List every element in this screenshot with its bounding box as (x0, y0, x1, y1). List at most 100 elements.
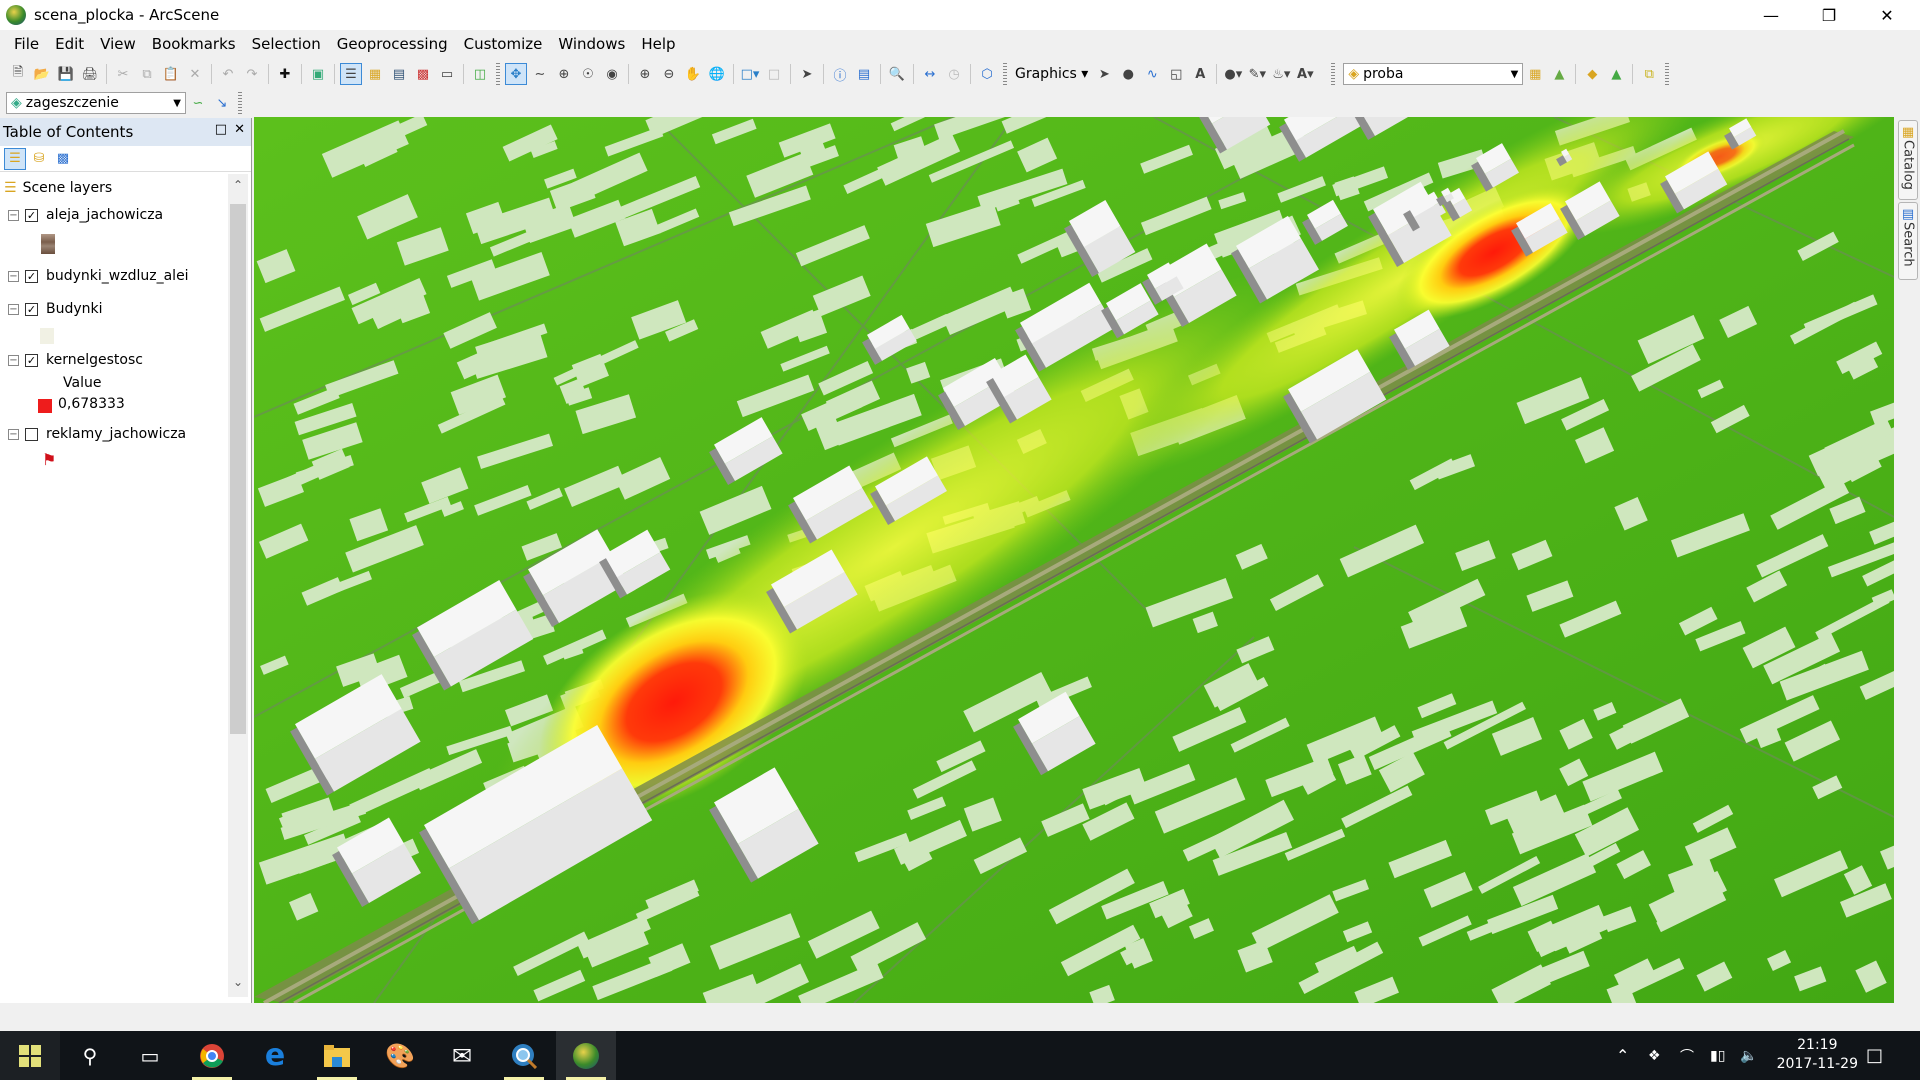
3d-view-icon[interactable]: ⬡ (976, 63, 998, 85)
fly-icon[interactable]: ∼ (529, 63, 551, 85)
line-graphic-icon[interactable]: ∿ (1141, 63, 1163, 85)
point-graphic-icon[interactable]: ● (1117, 63, 1139, 85)
pan-icon[interactable]: ✋ (682, 63, 704, 85)
new-document-icon[interactable]: 🗎 (7, 63, 29, 85)
delete-icon[interactable]: ✕ (184, 63, 206, 85)
undo-icon[interactable]: ↶ (217, 63, 239, 85)
identify-icon[interactable]: ⓘ (829, 63, 851, 85)
navigate-icon[interactable]: ✥ (505, 63, 527, 85)
python-window-icon[interactable]: ▭ (436, 63, 458, 85)
scroll-up-icon[interactable]: ⌃ (228, 178, 248, 198)
dropbox-tray[interactable]: ❖ (1648, 1031, 1661, 1080)
collapse-icon[interactable]: − (8, 209, 19, 221)
time-slider-icon[interactable]: ◷ (943, 63, 965, 85)
layer-aleja-jachowicza[interactable]: − ✓ aleja_jachowicza (8, 207, 163, 223)
clear-selection-icon[interactable]: □ (763, 63, 785, 85)
show-hidden-icons[interactable]: ⌃ (1616, 1031, 1629, 1080)
minimize-button[interactable]: — (1742, 0, 1800, 30)
interpolate-icon[interactable]: ◆ (1581, 63, 1603, 85)
file-explorer-taskbar-button[interactable] (307, 1031, 367, 1080)
scrollbar-thumb[interactable] (230, 204, 246, 734)
layer-visibility-checkbox[interactable] (25, 427, 38, 441)
html-popup-icon[interactable]: ▤ (853, 63, 875, 85)
menu-edit[interactable]: Edit (47, 30, 92, 58)
layer-visibility-checkbox[interactable]: ✓ (25, 269, 38, 283)
graphics-menu[interactable]: Graphics ▾ (1011, 66, 1092, 82)
catalog-tab[interactable]: ▦ Catalog (1898, 120, 1918, 200)
toolbar-grip[interactable] (1003, 63, 1007, 85)
menu-view[interactable]: View (92, 30, 144, 58)
full-extent-icon[interactable]: 🌐 (706, 63, 728, 85)
layer-kernelgestosc[interactable]: − ✓ kernelgestosc (8, 352, 143, 368)
volume-tray[interactable]: 🔈 (1740, 1031, 1757, 1080)
wifi-tray[interactable]: ⌒ (1680, 1031, 1694, 1080)
print-icon[interactable]: 🖨 (79, 63, 101, 85)
steepest-path-icon[interactable]: ↘ (211, 92, 233, 114)
collapse-icon[interactable]: − (8, 428, 19, 440)
close-icon[interactable]: ✕ (234, 122, 245, 137)
font-color-icon[interactable]: A▾ (1294, 63, 1316, 85)
paint-taskbar-button[interactable]: 🎨 (370, 1031, 430, 1080)
zoom-in-icon[interactable]: ⊕ (634, 63, 656, 85)
select-graphics-icon[interactable]: ➤ (1093, 63, 1115, 85)
restore-button[interactable]: ❐ (1800, 0, 1858, 30)
search-window-icon[interactable]: ▤ (388, 63, 410, 85)
close-button[interactable]: ✕ (1858, 0, 1916, 30)
action-center-button[interactable]: □ (1866, 1031, 1883, 1080)
task-view-button[interactable]: ▭ (120, 1031, 180, 1080)
menu-bookmarks[interactable]: Bookmarks (144, 30, 244, 58)
measure-icon[interactable]: ↔ (919, 63, 941, 85)
toc-scrollbar[interactable]: ⌃ ⌄ (228, 174, 248, 997)
line-color-icon[interactable]: ✎▾ (1246, 63, 1268, 85)
layer-visibility-checkbox[interactable]: ✓ (25, 208, 38, 222)
tin-icon[interactable]: ▲ (1548, 63, 1570, 85)
table-of-contents-icon[interactable]: ☰ (340, 63, 362, 85)
fill-color-icon[interactable]: ♨▾ (1270, 63, 1292, 85)
target-center-icon[interactable]: ⊕ (553, 63, 575, 85)
text-graphic-icon[interactable]: A (1189, 63, 1211, 85)
menu-customize[interactable]: Customize (456, 30, 551, 58)
collapse-icon[interactable]: − (8, 303, 19, 315)
layer-reklamy-jachowicza[interactable]: − reklamy_jachowicza (8, 426, 186, 442)
polygon-graphic-icon[interactable]: ◱ (1165, 63, 1187, 85)
chrome-taskbar-button[interactable] (182, 1031, 242, 1080)
search-button[interactable]: ⚲ (60, 1031, 120, 1080)
auto-hide-icon[interactable]: □ (215, 122, 227, 137)
marker-color-icon[interactable]: ●▾ (1222, 63, 1244, 85)
list-by-visibility-icon[interactable]: ▩ (52, 148, 74, 170)
scene-properties-icon[interactable]: ▣ (307, 63, 329, 85)
collapse-icon[interactable]: − (8, 354, 19, 366)
mail-taskbar-button[interactable]: ✉ (432, 1031, 492, 1080)
surface-layer-select[interactable]: ◈ zageszczenie ▼ (6, 92, 186, 114)
find-icon[interactable]: 🔍 (886, 63, 908, 85)
layer-select[interactable]: ◈ proba ▼ (1343, 63, 1524, 85)
start-button[interactable] (0, 1031, 60, 1080)
arctoolbox-icon[interactable]: ▩ (412, 63, 434, 85)
scene-layers-root[interactable]: ☰ Scene layers (4, 180, 112, 196)
list-by-source-icon[interactable]: ⛁ (28, 148, 50, 170)
save-icon[interactable]: 💾 (55, 63, 77, 85)
open-folder-icon[interactable]: 📂 (31, 63, 53, 85)
system-clock[interactable]: 21:19 2017-11-29 (1777, 1036, 1858, 1074)
search-tab[interactable]: ▤ Search (1898, 202, 1918, 280)
zoom-out-icon[interactable]: ⊖ (658, 63, 680, 85)
set-observer-icon[interactable]: ◉ (601, 63, 623, 85)
arcgis-search-taskbar-button[interactable] (494, 1031, 554, 1080)
zoom-to-target-icon[interactable]: ☉ (577, 63, 599, 85)
menu-help[interactable]: Help (633, 30, 683, 58)
menu-geoprocessing[interactable]: Geoprocessing (329, 30, 456, 58)
layer-visibility-checkbox[interactable]: ✓ (25, 353, 38, 367)
paste-icon[interactable]: 📋 (160, 63, 182, 85)
copy-icon[interactable]: ⧉ (136, 63, 158, 85)
arcscene-taskbar-button[interactable] (556, 1031, 616, 1080)
layer-budynki[interactable]: − ✓ Budynki (8, 301, 103, 317)
menu-file[interactable]: File (6, 30, 47, 58)
toolbar-grip[interactable] (1665, 63, 1670, 85)
scene-view[interactable] (254, 117, 1894, 1003)
add-data-icon[interactable]: ✚ (274, 63, 296, 85)
toolbar-grip[interactable] (496, 63, 500, 85)
cut-icon[interactable]: ✂ (112, 63, 134, 85)
battery-tray[interactable]: ▮▯ (1710, 1031, 1725, 1080)
contour-icon[interactable]: ∽ (187, 92, 209, 114)
catalog-window-icon[interactable]: ▦ (364, 63, 386, 85)
